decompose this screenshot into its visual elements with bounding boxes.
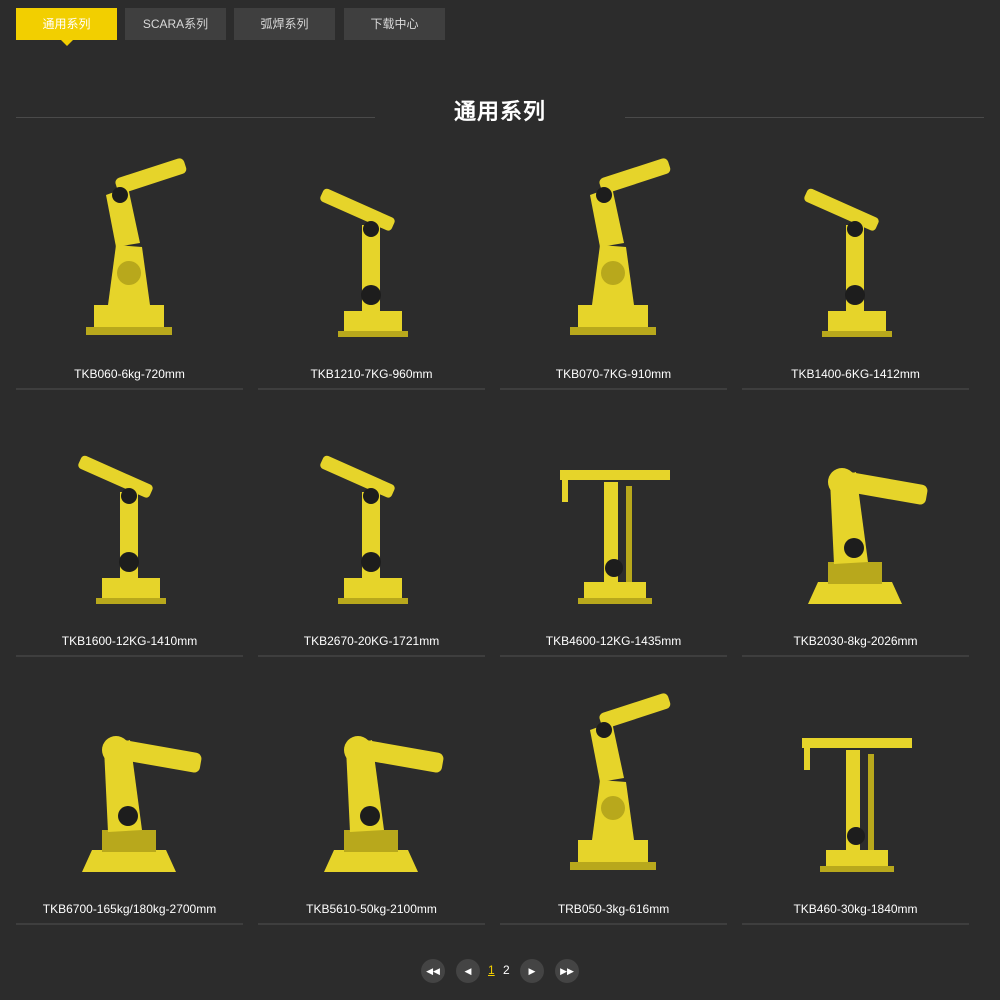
robot-arm-icon[interactable] — [258, 690, 485, 890]
prev-page-icon[interactable]: ◀ — [456, 959, 480, 983]
product-card[interactable]: TKB2030-8kg-2026mm — [742, 422, 969, 672]
robot-arm-icon[interactable] — [16, 422, 243, 622]
robot-arm-icon[interactable] — [742, 155, 969, 355]
product-card[interactable]: TKB1600-12KG-1410mm — [16, 422, 243, 672]
tab-general-series[interactable]: 通用系列 — [16, 8, 117, 46]
card-divider — [500, 388, 727, 390]
product-name[interactable]: TKB5610-50kg-2100mm — [258, 902, 485, 916]
page-link-2[interactable]: 2 — [503, 963, 510, 977]
next-page-icon[interactable]: ▶ — [520, 959, 544, 983]
card-divider — [258, 923, 485, 925]
product-name[interactable]: TKB460-30kg-1840mm — [742, 902, 969, 916]
card-divider — [258, 388, 485, 390]
product-card[interactable]: TKB460-30kg-1840mm — [742, 690, 969, 940]
card-divider — [742, 655, 969, 657]
product-name[interactable]: TKB1600-12KG-1410mm — [16, 634, 243, 648]
robot-arm-icon[interactable] — [16, 690, 243, 890]
tab-arc-welding-series[interactable]: 弧焊系列 — [234, 8, 335, 40]
product-card[interactable]: TRB050-3kg-616mm — [500, 690, 727, 940]
card-divider — [16, 388, 243, 390]
section-title: 通用系列 — [453, 99, 546, 124]
card-divider — [16, 655, 243, 657]
card-divider — [742, 923, 969, 925]
product-name[interactable]: TRB050-3kg-616mm — [500, 902, 727, 916]
first-page-icon[interactable]: ◀◀ — [421, 959, 445, 983]
page-link-1[interactable]: 1 — [488, 963, 495, 977]
robot-arm-icon[interactable] — [742, 422, 969, 622]
robot-arm-icon[interactable] — [500, 690, 727, 890]
product-name[interactable]: TKB060-6kg-720mm — [16, 367, 243, 381]
product-name[interactable]: TKB1210-7KG-960mm — [258, 367, 485, 381]
product-card[interactable]: TKB070-7KG-910mm — [500, 155, 727, 405]
tab-download-center[interactable]: 下载中心 — [344, 8, 445, 40]
robot-arm-icon[interactable] — [258, 155, 485, 355]
product-name[interactable]: TKB1400-6KG-1412mm — [742, 367, 969, 381]
product-name[interactable]: TKB2670-20KG-1721mm — [258, 634, 485, 648]
product-card[interactable]: TKB6700-165kg/180kg-2700mm — [16, 690, 243, 940]
card-divider — [742, 388, 969, 390]
robot-arm-icon[interactable] — [16, 155, 243, 355]
card-divider — [500, 655, 727, 657]
tab-scara-series[interactable]: SCARA系列 — [125, 8, 226, 40]
product-card[interactable]: TKB1400-6KG-1412mm — [742, 155, 969, 405]
robot-arm-icon[interactable] — [742, 690, 969, 890]
product-card[interactable]: TKB2670-20KG-1721mm — [258, 422, 485, 672]
product-card[interactable]: TKB5610-50kg-2100mm — [258, 690, 485, 940]
card-divider — [500, 923, 727, 925]
card-divider — [258, 655, 485, 657]
robot-arm-icon[interactable] — [500, 422, 727, 622]
product-name[interactable]: TKB4600-12KG-1435mm — [500, 634, 727, 648]
product-name[interactable]: TKB2030-8kg-2026mm — [742, 634, 969, 648]
last-page-icon[interactable]: ▶▶ — [555, 959, 579, 983]
card-divider — [16, 923, 243, 925]
pagination: ◀◀ ◀ 1 2 ▶ ▶▶ — [0, 959, 1000, 983]
product-name[interactable]: TKB6700-165kg/180kg-2700mm — [16, 902, 243, 916]
robot-arm-icon[interactable] — [500, 155, 727, 355]
product-card[interactable]: TKB1210-7KG-960mm — [258, 155, 485, 405]
robot-arm-icon[interactable] — [258, 422, 485, 622]
product-card[interactable]: TKB060-6kg-720mm — [16, 155, 243, 405]
product-name[interactable]: TKB070-7KG-910mm — [500, 367, 727, 381]
product-card[interactable]: TKB4600-12KG-1435mm — [500, 422, 727, 672]
